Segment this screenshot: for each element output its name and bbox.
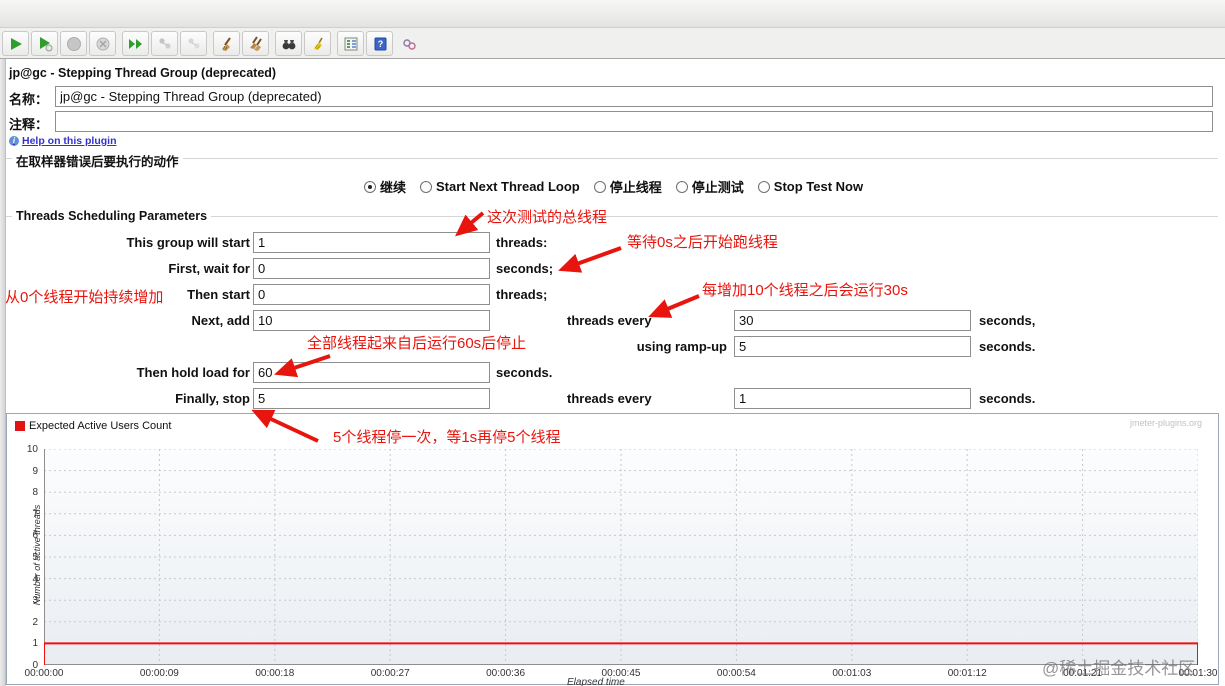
row-group-start: This group will start threads: [6,232,1218,254]
x-axis-title: Elapsed time [567,677,625,686]
threads-every-label: threads every [567,313,652,328]
ramp-up-input[interactable] [734,336,971,357]
row-finally-stop: Finally, stop threads every seconds. [6,388,1218,410]
annotation-total-threads: 这次测试的总线程 [487,209,608,226]
search-reset-button[interactable] [304,31,331,56]
radio-selected-icon [364,180,376,193]
first-wait-input[interactable] [253,258,490,279]
svg-text:?: ? [377,39,383,49]
next-add-label: Next, add [191,313,250,328]
y-axis-ticks: 0 1 2 3 4 5 6 7 8 9 10 [26,444,38,671]
finally-stop-input[interactable] [253,388,490,409]
row-then-start: Then start threads; [6,284,1218,306]
preview-chart-panel: Expected Active Users Count jmeter-plugi… [6,413,1219,686]
next-add-input[interactable] [253,310,490,331]
plot-area [43,448,1199,665]
scheduling-legend: Threads Scheduling Parameters [12,209,212,223]
first-wait-suffix: seconds; [496,261,554,276]
page-title: jp@gc - Stepping Thread Group (deprecate… [9,66,277,80]
clear-button[interactable] [213,31,240,56]
radio-icon [420,180,433,193]
legend-label: Expected Active Users Count [29,420,172,432]
stop-button[interactable] [60,31,87,56]
error-action-legend: 在取样器错误后要执行的动作 [12,151,183,170]
help-on-plugin-link[interactable]: i Help on this plugin [9,135,117,147]
row-hold-load: Then hold load for seconds. [6,362,1218,384]
hold-load-label: Then hold load for [136,365,250,380]
info-icon: i [9,136,19,146]
group-start-suffix: threads: [496,235,548,250]
name-label: 名称： [9,92,49,107]
error-action-group: 在取样器错误后要执行的动作 继续 Start Next Thread Loop … [6,151,1218,206]
radio-label: 停止线程 [609,180,662,195]
clear-all-button[interactable] [242,31,269,56]
help-link-label: Help on this plugin [22,135,117,147]
hold-load-suffix: seconds. [496,365,553,380]
error-action-radios: 继续 Start Next Thread Loop 停止线程 停止测试 Stop… [364,177,863,196]
radio-icon [593,180,606,193]
comments-label: 注释： [9,117,49,132]
stop-threads-every-input[interactable] [734,388,971,409]
row-first-wait: First, wait for seconds; [6,258,1218,280]
remote-shutdown-all-button[interactable] [180,31,207,56]
name-input[interactable] [55,86,1213,107]
help-book-icon-button[interactable]: ? [366,31,393,56]
ramp-up-label: using ramp-up [636,339,727,354]
radio-icon [675,180,688,193]
jmeter-window: ? 00:00:00 0 ! 0 / 2 jp@gc - Stepping Th… [0,0,1225,686]
stop-threads-every-suffix: seconds. [979,391,1036,406]
finally-stop-label: Finally, stop [175,391,250,406]
annotation-increase-from-0: 从0个线程开始持续增加 [5,289,164,306]
annotation-hold-60s: 全部线程起来自后运行60s后停止 [307,335,527,352]
toggle-list-icon-button[interactable] [337,31,364,56]
threads-scheduling-group: Threads Scheduling Parameters This group… [6,209,1218,412]
radio-icon [757,180,770,193]
radio-start-next-thread-loop[interactable]: Start Next Thread Loop [420,179,580,194]
annotation-wait-0s: 等待0s之后开始跑线程 [627,234,778,251]
radio-label: Stop Test Now [773,179,864,194]
radio-label: 停止测试 [691,180,744,195]
window-top-strip [0,0,1225,28]
start-button[interactable] [2,31,29,56]
legend-color-swatch [15,421,25,431]
comments-input[interactable] [55,111,1213,132]
stop-threads-every-label: threads every [567,391,652,406]
search-icon-button[interactable] [275,31,302,56]
then-start-suffix: threads; [496,287,548,302]
ramp-up-suffix: seconds. [979,339,1036,354]
row-ramp-up: using ramp-up seconds. [6,336,1218,358]
site-watermark: @稀土掘金技术社区 [1042,659,1196,678]
remote-start-all-button[interactable] [122,31,149,56]
jmeter-plugins-watermark: jmeter-plugins.org [1129,418,1202,428]
hold-load-input[interactable] [253,362,490,383]
threads-every-input[interactable] [734,310,971,331]
radio-continue[interactable]: 继续 [364,177,406,196]
radio-label: Start Next Thread Loop [436,179,580,194]
expected-users-line [43,448,1199,665]
group-start-input[interactable] [253,232,490,253]
shutdown-button[interactable] [89,31,116,56]
radio-stop-thread[interactable]: 停止线程 [593,177,662,196]
group-start-label: This group will start [126,235,250,250]
annotation-stop-5-per-1s: 5个线程停一次，等1s再停5个线程 [333,429,561,446]
radio-stop-test[interactable]: 停止测试 [675,177,744,196]
annotation-add-10-run-30s: 每增加10个线程之后会运行30s [702,282,908,299]
chart-legend: Expected Active Users Count [15,420,171,432]
radio-stop-test-now[interactable]: Stop Test Now [757,179,864,194]
first-wait-label: First, wait for [168,261,250,276]
function-helper-icon-button[interactable] [395,31,422,56]
start-no-timers-button[interactable] [31,31,58,56]
radio-label: 继续 [380,180,407,195]
toolbar: ? 00:00:00 0 ! 0 / 2 [0,28,1225,59]
remote-stop-all-button[interactable] [151,31,178,56]
threads-every-suffix: seconds, [979,313,1036,328]
then-start-input[interactable] [253,284,490,305]
row-next-add: Next, add threads every seconds, [6,310,1218,332]
